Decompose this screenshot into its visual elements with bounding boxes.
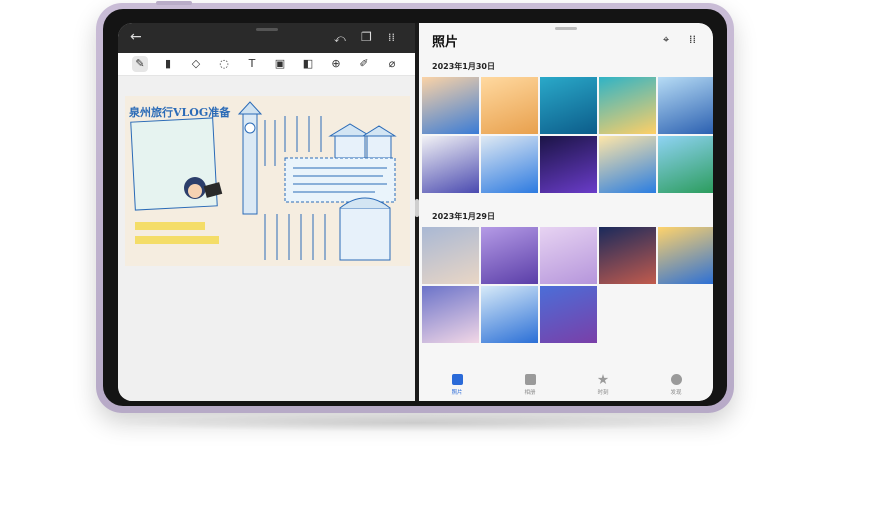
discover-icon [670,374,682,385]
nav-item-0[interactable]: 照片 [437,374,477,396]
photo-thumbnail[interactable] [422,77,479,134]
tablet-bezel: ← ⤺ ❐ ⁞⁞ ✎ ▮ ◇ ◌ T ▣ ◧ ⊕ ✐ ⌀ 泉州旅行VLOG准备 … [103,9,727,406]
notes-topbar: ← ⤺ ❐ ⁞⁞ [118,23,415,53]
undo-icon[interactable]: ⤺ [334,32,346,45]
marker-tool-icon[interactable]: ▮ [160,56,176,72]
photo-thumbnail[interactable] [599,227,656,284]
zoom-tool-icon[interactable]: ⊕ [328,56,344,72]
vlog-note-image: 泉州旅行VLOG准备 [125,96,410,266]
section-date: 2023年1月29日 [432,212,495,221]
tablet-device: ← ⤺ ❐ ⁞⁞ ✎ ▮ ◇ ◌ T ▣ ◧ ⊕ ✐ ⌀ 泉州旅行VLOG准备 … [96,1,734,413]
shape-tool-icon[interactable]: ◧ [300,56,316,72]
bottom-nav: 照片 相册 时刻 发现 [419,371,713,401]
more-icon[interactable]: ⁞⁞ [689,33,696,46]
photo-thumbnail[interactable] [599,77,656,134]
copy-icon[interactable]: ❐ [361,31,372,44]
location-icon[interactable]: ⌖ [663,33,669,47]
photo-thumbnail[interactable] [481,286,538,343]
device-shadow [110,414,720,432]
window-handle[interactable] [256,28,278,31]
photo-thumbnail[interactable] [540,227,597,284]
gallery-app-pane: 照片 ⌖ ⁞⁞ 2023年1月30日 2023年1月29日 照片 相册 时刻 发现 [419,23,713,401]
note-doodles [125,96,410,266]
photo-thumbnail[interactable] [422,286,479,343]
photo-thumbnail[interactable] [658,77,713,134]
nav-item-2[interactable]: 时刻 [583,374,623,396]
section-date: 2023年1月30日 [432,62,495,71]
nav-item-3[interactable]: 发现 [656,374,696,396]
photo-thumbnail[interactable] [481,136,538,193]
photo-thumbnail[interactable] [481,77,538,134]
nav-label: 时刻 [597,390,609,396]
window-handle[interactable] [555,27,577,30]
image-tool-icon[interactable]: ▣ [272,56,288,72]
drawing-toolbar: ✎ ▮ ◇ ◌ T ▣ ◧ ⊕ ✐ ⌀ [118,53,415,76]
photo-thumbnail[interactable] [658,136,713,193]
lasso-tool-icon[interactable]: ◌ [216,56,232,72]
photo-thumbnail[interactable] [422,136,479,193]
photo-thumbnail[interactable] [658,227,713,284]
nav-label: 相册 [524,390,536,396]
nav-label: 照片 [451,390,463,396]
photo-thumbnail[interactable] [481,227,538,284]
tablet-screen: ← ⤺ ❐ ⁞⁞ ✎ ▮ ◇ ◌ T ▣ ◧ ⊕ ✐ ⌀ 泉州旅行VLOG准备 … [118,23,713,401]
nav-label: 发现 [670,390,682,396]
back-arrow-icon[interactable]: ← [130,30,142,44]
power-button [156,1,192,5]
eraser-tool-icon[interactable]: ◇ [188,56,204,72]
albums-icon [524,374,536,385]
moments-icon [597,374,609,385]
photo-thumbnail[interactable] [540,286,597,343]
photo-thumbnail[interactable] [540,136,597,193]
photo-thumbnail[interactable] [422,227,479,284]
pen-tool-icon[interactable]: ✎ [132,56,148,72]
more-icon[interactable]: ⁞⁞ [388,31,395,44]
note-title: 泉州旅行VLOG准备 [129,106,231,119]
photo-thumbnail[interactable] [599,136,656,193]
gallery-title: 照片 [432,35,459,50]
nav-item-1[interactable]: 相册 [510,374,550,396]
photo-thumbnail[interactable] [540,77,597,134]
notes-app-pane: ← ⤺ ❐ ⁞⁞ ✎ ▮ ◇ ◌ T ▣ ◧ ⊕ ✐ ⌀ 泉州旅行VLOG准备 [118,23,415,401]
photos-icon [451,374,463,385]
text-tool-icon[interactable]: T [244,56,260,72]
highlighter-tool-icon[interactable]: ⌀ [384,56,400,72]
color-tool-icon[interactable]: ✐ [356,56,372,72]
